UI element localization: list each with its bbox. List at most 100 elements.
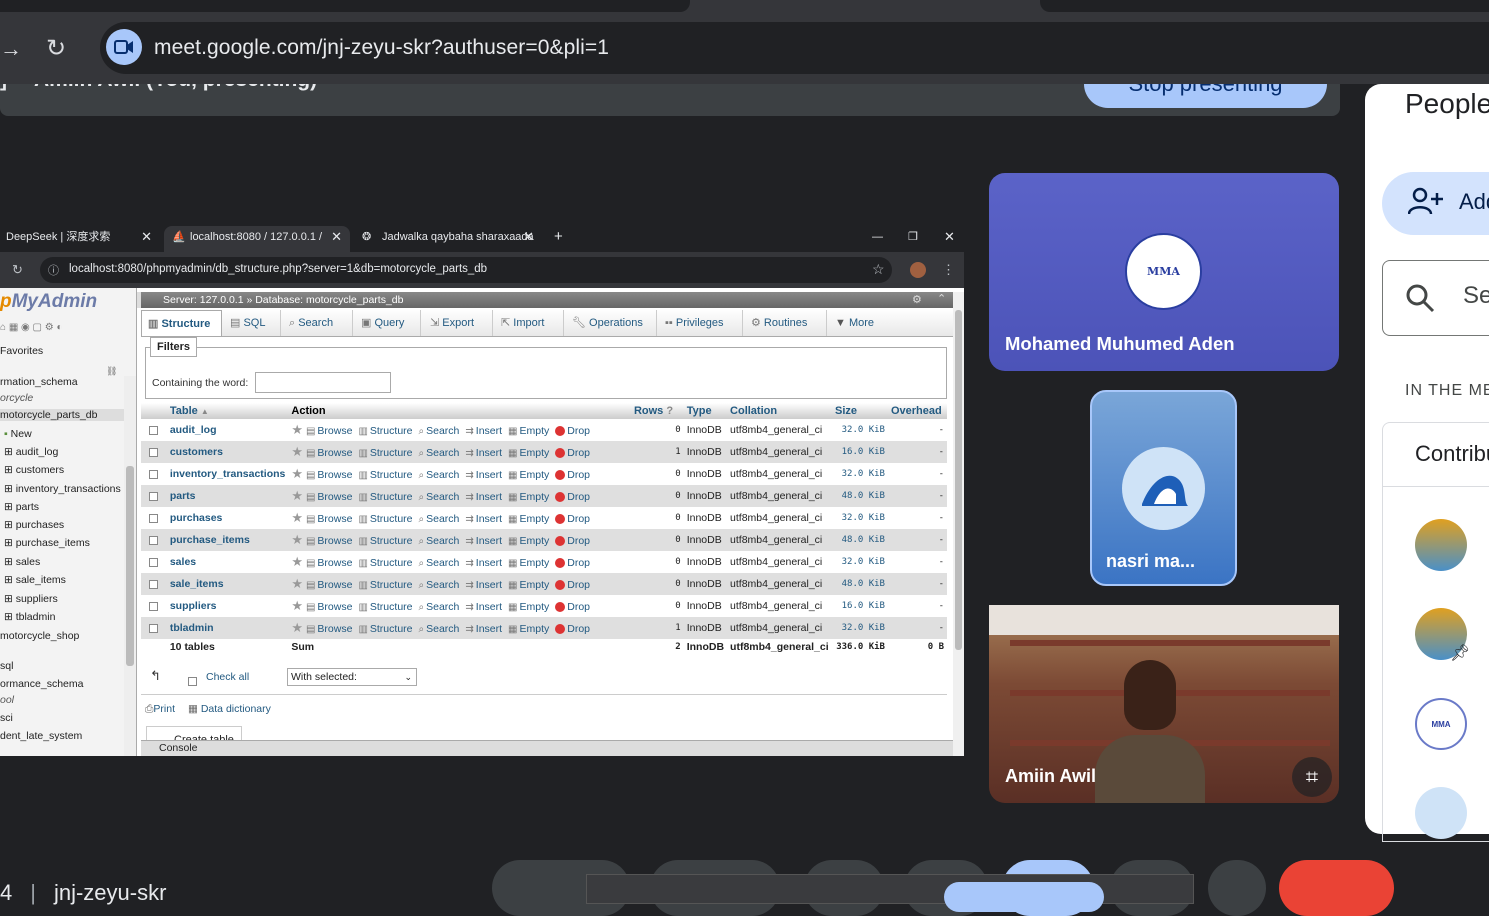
action-insert-link[interactable]: ⇉ Insert — [465, 513, 502, 525]
row-size[interactable]: 32.0 KiB — [832, 617, 888, 639]
row-size[interactable]: 16.0 KiB — [832, 595, 888, 617]
tab-sql[interactable]: ▤ SQL — [224, 310, 281, 336]
action-drop-link[interactable]: Drop — [555, 469, 590, 481]
action-drop-link[interactable]: Drop — [555, 623, 590, 635]
row-size[interactable]: 48.0 KiB — [832, 485, 888, 507]
nav-db-sci[interactable]: sci — [0, 712, 13, 724]
favorite-star-icon[interactable]: ★ — [291, 422, 303, 437]
action-drop-link[interactable]: Drop — [555, 513, 590, 525]
action-drop-link[interactable]: Drop — [555, 535, 590, 547]
action-empty-link[interactable]: ▦ Empty — [508, 579, 549, 591]
nav-table-suppliers[interactable]: ⊞ suppliers — [4, 593, 58, 605]
action-browse-link[interactable]: ▤ Browse — [306, 469, 352, 481]
table-row[interactable]: sales ★ ▤ Browse ▥ Structure ⌕ Search ⇉ Insert ▦ E… — [141, 551, 947, 573]
action-browse-link[interactable]: ▤ Browse — [306, 601, 352, 613]
reload-icon[interactable]: ↻ — [46, 34, 66, 63]
nav-new[interactable]: ▪ New — [4, 428, 32, 440]
nav-table-purchase-items[interactable]: ⊞ purchase_items — [4, 537, 90, 549]
action-structure-link[interactable]: ▥ Structure — [358, 513, 412, 525]
row-checkbox[interactable] — [141, 463, 167, 485]
row-size[interactable]: 32.0 KiB — [832, 419, 888, 441]
inner-tab-phpmyadmin[interactable]: ⛵ localhost:8080 / 127.0.0.1 / motorcycle… — [164, 226, 350, 252]
table-name-link[interactable]: suppliers — [166, 595, 289, 617]
crop-icon[interactable]: ⌗ — [1292, 757, 1332, 797]
action-insert-link[interactable]: ⇉ Insert — [465, 579, 502, 591]
link-icon[interactable]: ⛓ — [106, 366, 117, 377]
action-drop-link[interactable]: Drop — [555, 425, 590, 437]
nav-table-parts[interactable]: ⊞ parts — [4, 501, 39, 513]
action-structure-link[interactable]: ▥ Structure — [358, 469, 412, 481]
table-name-link[interactable]: inventory_transactions — [166, 463, 289, 485]
close-icon[interactable]: ✕ — [331, 226, 342, 248]
nav-table-tbladmin[interactable]: ⊞ tbladmin — [4, 611, 55, 623]
favorite-star-icon[interactable]: ★ — [291, 510, 303, 525]
menu-dots-icon[interactable]: ⋮ — [942, 262, 955, 278]
action-search-link[interactable]: ⌕ Search — [419, 469, 460, 481]
url-text[interactable]: meet.google.com/jnj-zeyu-skr?authuser=0&… — [154, 36, 609, 60]
table-name-link[interactable]: tbladmin — [166, 617, 289, 639]
action-insert-link[interactable]: ⇉ Insert — [465, 557, 502, 569]
table-name-link[interactable]: parts — [166, 485, 289, 507]
tab-search[interactable]: ⌕ Search — [283, 310, 353, 336]
nav-table-customers[interactable]: ⊞ customers — [4, 464, 64, 476]
action-insert-link[interactable]: ⇉ Insert — [465, 601, 502, 613]
forward-icon[interactable]: → — [0, 36, 22, 62]
header-collation[interactable]: Collation — [727, 403, 833, 419]
minimize-icon[interactable]: — — [866, 226, 886, 252]
row-checkbox[interactable] — [141, 529, 167, 551]
nav-table-purchases[interactable]: ⊞ purchases — [4, 519, 64, 531]
action-browse-link[interactable]: ▤ Browse — [306, 557, 352, 569]
favorite-star-icon[interactable]: ★ — [291, 576, 303, 591]
inner-reload-icon[interactable]: ↻ — [12, 262, 23, 278]
action-empty-link[interactable]: ▦ Empty — [508, 557, 549, 569]
action-structure-link[interactable]: ▥ Structure — [358, 491, 412, 503]
row-checkbox[interactable] — [141, 617, 167, 639]
check-all-checkbox[interactable] — [188, 673, 197, 691]
action-empty-link[interactable]: ▦ Empty — [508, 513, 549, 525]
table-name-link[interactable]: purchase_items — [166, 529, 289, 551]
nav-db-motorcycle-parts[interactable]: motorcycle_parts_db — [0, 409, 124, 421]
with-selected-select[interactable]: With selected: ⌄ — [287, 668, 417, 686]
tab-routines[interactable]: ⚙ Routines — [745, 310, 827, 336]
action-empty-link[interactable]: ▦ Empty — [508, 601, 549, 613]
action-structure-link[interactable]: ▥ Structure — [358, 447, 412, 459]
restore-icon[interactable]: ❐ — [902, 226, 922, 252]
table-name-link[interactable]: customers — [166, 441, 289, 463]
action-insert-link[interactable]: ⇉ Insert — [465, 535, 502, 547]
data-dictionary-link[interactable]: ▦ Data dictionary — [188, 703, 271, 715]
row-checkbox[interactable] — [141, 485, 167, 507]
nav-table-inventory-transactions[interactable]: ⊞ inventory_transactions — [4, 483, 121, 495]
action-drop-link[interactable]: Drop — [555, 447, 590, 459]
row-size[interactable]: 48.0 KiB — [832, 573, 888, 595]
table-row[interactable]: customers ★ ▤ Browse ▥ Structure ⌕ Search ⇉ Inse… — [141, 441, 947, 463]
favorite-star-icon[interactable]: ★ — [291, 488, 303, 503]
pma-logo[interactable]: pMyAdmin — [0, 291, 97, 313]
header-table[interactable]: Table ▲ — [166, 403, 289, 419]
table-row[interactable]: suppliers ★ ▤ Browse ▥ Structure ⌕ Search ⇉ Inse… — [141, 595, 947, 617]
close-window-icon[interactable]: ✕ — [938, 226, 958, 252]
action-search-link[interactable]: ⌕ Search — [419, 425, 460, 437]
action-drop-link[interactable]: Drop — [555, 557, 590, 569]
nav-db-performance-schema[interactable]: ormance_schema — [0, 678, 83, 690]
action-empty-link[interactable]: ▦ Empty — [508, 491, 549, 503]
inner-url-text[interactable]: localhost:8080/phpmyadmin/db_structure.p… — [69, 263, 487, 275]
favorite-star-icon[interactable]: ★ — [291, 444, 303, 459]
nav-group-motorcycle[interactable]: orcycle — [0, 392, 33, 404]
inner-tab-jadwalka[interactable]: ❂ Jadwalka qaybaha sharaxaada ✕ — [356, 226, 542, 252]
breadcrumb[interactable]: Server: 127.0.0.1 » Database: motorcycle… — [141, 292, 953, 308]
table-row[interactable]: tbladmin ★ ▤ Browse ▥ Structure ⌕ Search ⇉ Inser… — [141, 617, 947, 639]
new-tab-icon[interactable]: + — [548, 226, 568, 252]
filter-input[interactable] — [255, 372, 391, 393]
table-row[interactable]: purchase_items ★ ▤ Browse ▥ Structure ⌕ Search… — [141, 529, 947, 551]
contributors-label[interactable]: Contributors — [1415, 441, 1489, 467]
console-bar[interactable]: Console — [141, 740, 953, 756]
row-size[interactable]: 32.0 KiB — [832, 507, 888, 529]
favorite-star-icon[interactable]: ★ — [291, 554, 303, 569]
action-structure-link[interactable]: ▥ Structure — [358, 557, 412, 569]
main-scrollbar-thumb[interactable] — [955, 310, 962, 650]
settings-gear-icon[interactable]: ⚙ — [912, 293, 922, 306]
table-row[interactable]: purchases ★ ▤ Browse ▥ Structure ⌕ Search ⇉ Inse… — [141, 507, 947, 529]
close-icon[interactable]: ✕ — [141, 226, 152, 248]
row-checkbox[interactable] — [141, 507, 167, 529]
action-search-link[interactable]: ⌕ Search — [419, 513, 460, 525]
